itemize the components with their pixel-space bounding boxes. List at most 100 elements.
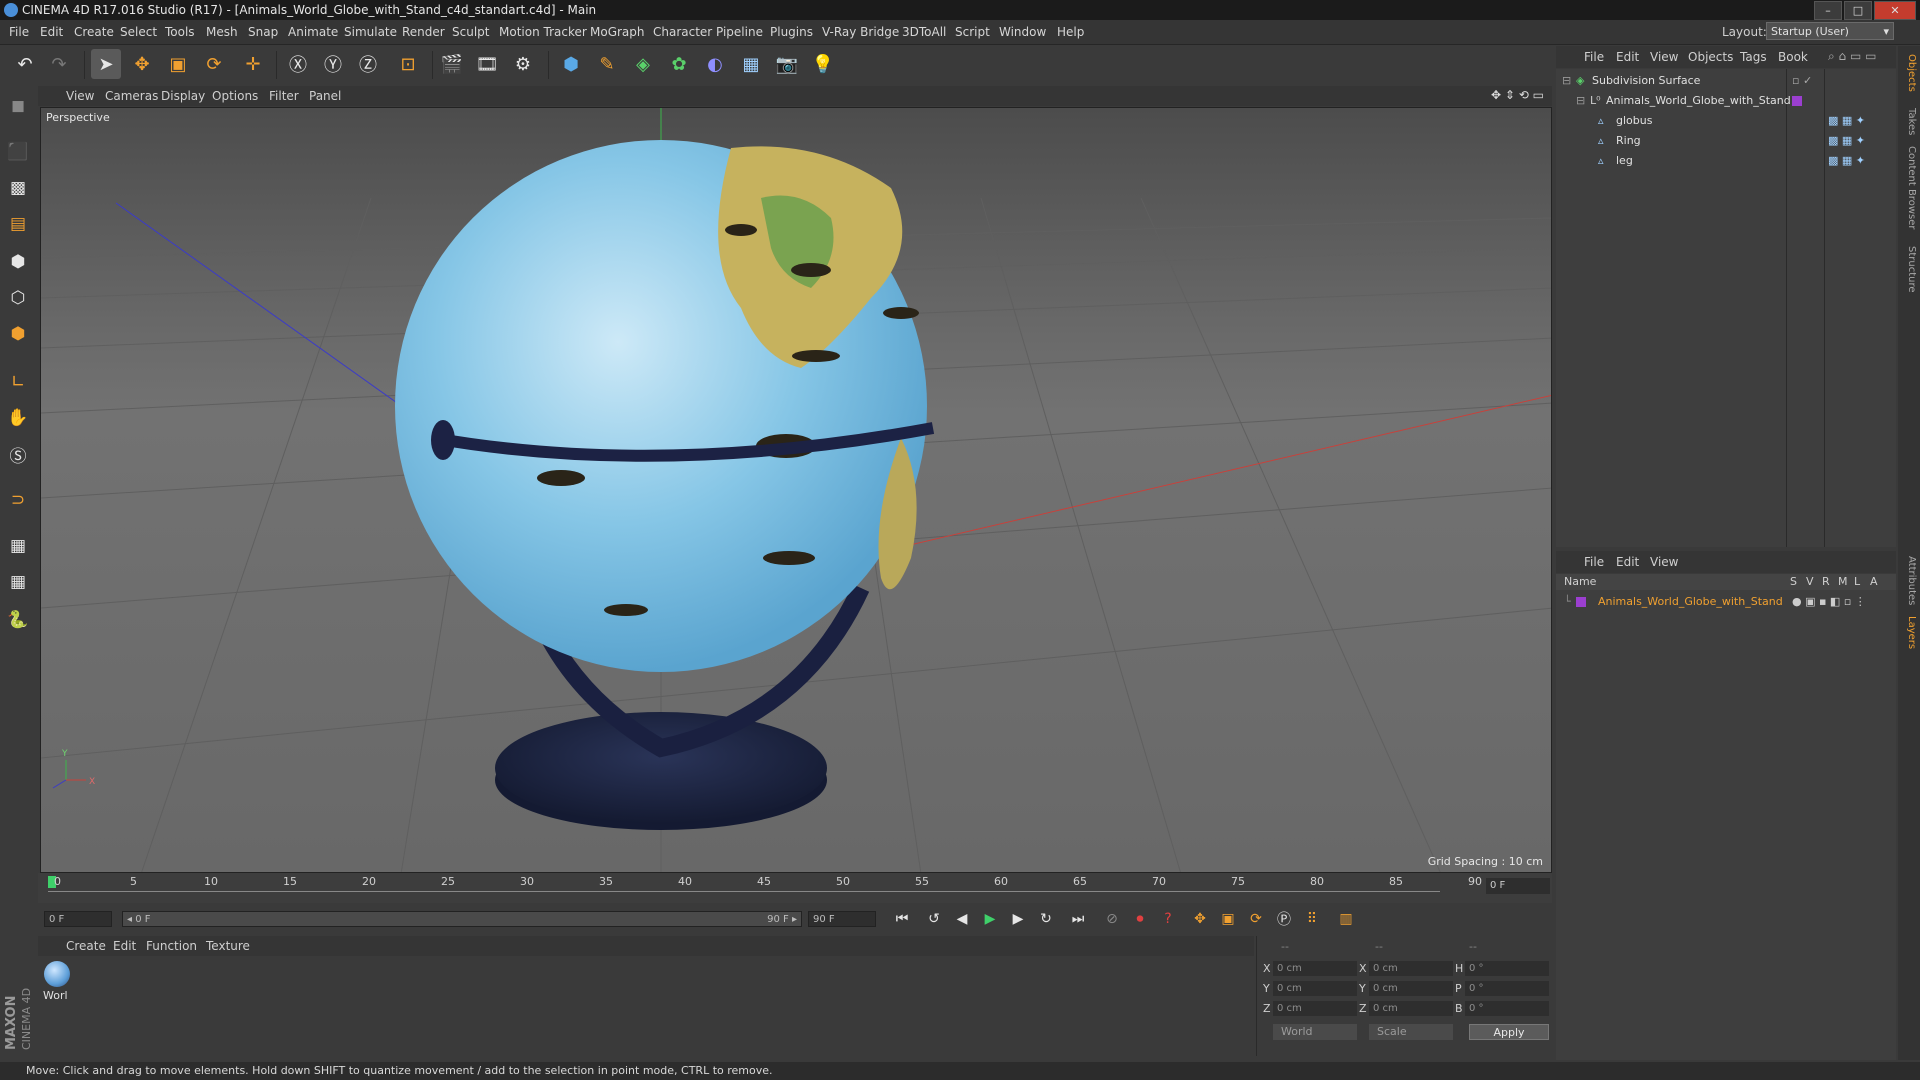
python-icon[interactable]: 🐍 <box>4 606 32 634</box>
floor-scene-icon[interactable]: ▦ <box>736 49 766 79</box>
object-row-ring[interactable]: ▵ Ring ▩ ▦ ✦ <box>1556 131 1896 150</box>
mograph-cloner-icon[interactable]: ✿ <box>664 49 694 79</box>
key-position-icon[interactable]: ✥ <box>1188 907 1212 931</box>
object-row-globus[interactable]: ▵ globus ▩ ▦ ✦ <box>1556 111 1896 130</box>
make-editable-icon[interactable]: ◼ <box>4 92 32 120</box>
tweak-mode-icon[interactable]: ✋ <box>4 404 32 432</box>
viewport-menu-panel[interactable]: Panel <box>309 89 341 103</box>
rotation-b-field[interactable]: 0 ° <box>1465 1001 1549 1016</box>
model-mode-icon[interactable]: ⬛ <box>4 138 32 166</box>
redo-icon[interactable]: ↷ <box>44 49 74 79</box>
menu-edit[interactable]: Edit <box>40 25 63 39</box>
lock-workplane-icon[interactable]: ▦ <box>4 532 32 560</box>
size-z-field[interactable]: 0 cm <box>1369 1001 1453 1016</box>
object-row-leg[interactable]: ▵ leg ▩ ▦ ✦ <box>1556 151 1896 170</box>
menu-character[interactable]: Character <box>653 25 712 39</box>
live-selection-icon[interactable]: ➤ <box>91 49 121 79</box>
menu-vray-bridge[interactable]: V-Ray Bridge <box>822 25 899 39</box>
render-picture-viewer-icon[interactable]: 🎞 <box>472 49 502 79</box>
texture-tag-icon[interactable]: ▩ ▦ ✦ <box>1828 111 1865 130</box>
menu-3dtoall[interactable]: 3DToAll <box>902 25 946 39</box>
material-menu-edit[interactable]: Edit <box>113 939 136 953</box>
frame-range-slider[interactable]: ◂ 0 F 90 F ▸ <box>122 911 802 927</box>
magnet-icon[interactable]: ⊃ <box>4 486 32 514</box>
key-parameter-icon[interactable]: Ⓟ <box>1272 907 1296 931</box>
key-point-level-icon[interactable]: ⠿ <box>1300 907 1324 931</box>
menu-animate[interactable]: Animate <box>288 25 338 39</box>
texture-mode-icon[interactable]: ▩ <box>4 174 32 202</box>
menu-pipeline[interactable]: Pipeline <box>716 25 763 39</box>
go-to-start-icon[interactable]: ⏮ <box>890 907 914 931</box>
menu-simulate[interactable]: Simulate <box>344 25 397 39</box>
viewport-menu-filter[interactable]: Filter <box>269 89 299 103</box>
rotation-h-field[interactable]: 0 ° <box>1465 961 1549 976</box>
menu-snap[interactable]: Snap <box>248 25 278 39</box>
texture-tag-icon[interactable]: ▩ ▦ ✦ <box>1828 131 1865 150</box>
start-frame-field[interactable]: 0 F <box>44 911 112 927</box>
size-y-field[interactable]: 0 cm <box>1369 981 1453 996</box>
obj-menu-objects[interactable]: Objects <box>1688 50 1733 64</box>
coordinate-mode-select[interactable]: World <box>1273 1024 1357 1040</box>
play-icon[interactable]: ▶ <box>978 907 1002 931</box>
planar-workplane-icon[interactable]: ▦ <box>4 568 32 596</box>
object-row-globe-null[interactable]: ⊟ L⁰ Animals_World_Globe_with_Stand <box>1556 91 1896 110</box>
x-axis-lock-icon[interactable]: Ⓧ <box>283 49 313 79</box>
layer-toggles-icon[interactable]: ● ▣ ▪ ◧ ▫ ⋮ <box>1792 592 1866 611</box>
position-x-field[interactable]: 0 cm <box>1273 961 1357 976</box>
previous-key-icon[interactable]: ↺ <box>922 907 946 931</box>
end-frame-field[interactable]: 90 F <box>808 911 876 927</box>
next-frame-icon[interactable]: ▶ <box>1006 907 1030 931</box>
subdivision-surface-icon[interactable]: ◈ <box>628 49 658 79</box>
obj-menu-edit[interactable]: Edit <box>1616 50 1639 64</box>
obj-menu-view[interactable]: View <box>1650 50 1678 64</box>
texture-tag-icon[interactable]: ▩ ▦ ✦ <box>1828 151 1865 170</box>
key-scale-icon[interactable]: ▣ <box>1216 907 1240 931</box>
timeline-ruler[interactable]: 0 5 10 15 20 25 30 35 40 45 50 55 60 65 … <box>38 873 1552 903</box>
apply-button[interactable]: Apply <box>1469 1024 1549 1040</box>
layer-menu-view[interactable]: View <box>1650 555 1678 569</box>
menu-window[interactable]: Window <box>999 25 1046 39</box>
menu-select[interactable]: Select <box>120 25 157 39</box>
axis-mode-icon[interactable]: ∟ <box>4 368 32 396</box>
viewport-menu-cameras[interactable]: Cameras <box>105 89 158 103</box>
rotation-p-field[interactable]: 0 ° <box>1465 981 1549 996</box>
layer-menu-file[interactable]: File <box>1584 555 1604 569</box>
edges-mode-icon[interactable]: ⬡ <box>4 284 32 312</box>
world-coordinate-icon[interactable]: ⊡ <box>393 49 423 79</box>
light-icon[interactable]: 💡 <box>808 49 838 79</box>
obj-menu-bookmarks[interactable]: Book <box>1778 50 1808 64</box>
transform-tool-icon[interactable]: ✛ <box>238 49 268 79</box>
keyframe-selection-icon[interactable]: ? <box>1156 907 1180 931</box>
position-z-field[interactable]: 0 cm <box>1273 1001 1357 1016</box>
size-x-field[interactable]: 0 cm <box>1369 961 1453 976</box>
tab-takes[interactable]: Takes <box>1901 108 1917 135</box>
menu-plugins[interactable]: Plugins <box>770 25 813 39</box>
layer-color-swatch[interactable] <box>1576 597 1586 607</box>
position-y-field[interactable]: 0 cm <box>1273 981 1357 996</box>
menu-render[interactable]: Render <box>402 25 445 39</box>
material-thumbnail[interactable] <box>44 961 70 987</box>
perspective-viewport[interactable]: Y X Perspective Grid Spacing : 10 cm <box>40 107 1552 873</box>
visibility-dots-icon[interactable]: ▫ ✓ <box>1792 71 1812 90</box>
transform-mode-select[interactable]: Scale <box>1369 1024 1453 1040</box>
camera-icon[interactable]: 📷 <box>772 49 802 79</box>
material-menu-texture[interactable]: Texture <box>206 939 250 953</box>
obj-menu-tags[interactable]: Tags <box>1740 50 1767 64</box>
scale-tool-icon[interactable]: ▣ <box>163 49 193 79</box>
cube-primitive-icon[interactable]: ⬢ <box>556 49 586 79</box>
render-settings-icon[interactable]: ⚙ <box>508 49 538 79</box>
menu-help[interactable]: Help <box>1057 25 1084 39</box>
key-rotation-icon[interactable]: ⟳ <box>1244 907 1268 931</box>
workplane-mode-icon[interactable]: ▤ <box>4 210 32 238</box>
search-icon[interactable]: ⌕ ⌂ ▭ ▭ <box>1828 49 1876 64</box>
render-view-icon[interactable]: 🎬 <box>437 49 467 79</box>
timeline-window-icon[interactable]: ▥ <box>1334 907 1358 931</box>
points-mode-icon[interactable]: ⬢ <box>4 248 32 276</box>
layer-name[interactable]: Animals_World_Globe_with_Stand <box>1598 592 1783 611</box>
menu-sculpt[interactable]: Sculpt <box>452 25 489 39</box>
menu-tools[interactable]: Tools <box>165 25 195 39</box>
menu-mograph[interactable]: MoGraph <box>590 25 645 39</box>
object-row-subdivision-surface[interactable]: ⊟ ◈ Subdivision Surface ▫ ✓ <box>1556 71 1896 90</box>
move-tool-icon[interactable]: ✥ <box>127 49 157 79</box>
menu-mesh[interactable]: Mesh <box>206 25 238 39</box>
